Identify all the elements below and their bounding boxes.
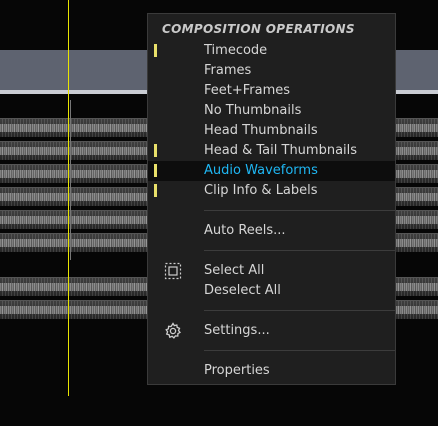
menu-item-head-thumbnails[interactable]: Head Thumbnails bbox=[148, 121, 395, 141]
menu-item-label: No Thumbnails bbox=[204, 103, 302, 118]
menu-item-head-tail-thumbnails[interactable]: Head & Tail Thumbnails bbox=[148, 141, 395, 161]
menu-item-label: Head Thumbnails bbox=[204, 123, 318, 138]
menu-item-label: Settings... bbox=[204, 323, 270, 338]
gear-icon bbox=[164, 322, 182, 340]
menu-item-label: Clip Info & Labels bbox=[204, 183, 318, 198]
menu-item-label: Properties bbox=[204, 363, 270, 378]
menu-header: COMPOSITION OPERATIONS bbox=[162, 22, 355, 36]
menu-item-audio-waveforms[interactable]: Audio Waveforms bbox=[148, 161, 395, 181]
menu-separator bbox=[204, 250, 395, 251]
menu-item-settings[interactable]: Settings... bbox=[148, 321, 395, 341]
menu-item-deselect-all[interactable]: Deselect All bbox=[148, 281, 395, 301]
playhead-line[interactable] bbox=[68, 0, 69, 396]
menu-item-no-thumbnails[interactable]: No Thumbnails bbox=[148, 101, 395, 121]
checked-marker bbox=[154, 144, 157, 157]
menu-item-timecode[interactable]: Timecode bbox=[148, 41, 395, 61]
menu-item-label: Head & Tail Thumbnails bbox=[204, 143, 358, 158]
menu-item-label: Timecode bbox=[204, 43, 268, 58]
menu-item-label: Feet+Frames bbox=[204, 83, 291, 98]
composition-context-menu: COMPOSITION OPERATIONS Timecode Frames F… bbox=[147, 13, 396, 385]
menu-item-label: Audio Waveforms bbox=[204, 163, 318, 178]
checked-marker bbox=[154, 164, 157, 177]
menu-item-label: Auto Reels... bbox=[204, 223, 286, 238]
menu-item-feet-frames[interactable]: Feet+Frames bbox=[148, 81, 395, 101]
menu-item-select-all[interactable]: Select All bbox=[148, 261, 395, 281]
menu-separator bbox=[204, 210, 395, 211]
menu-separator bbox=[204, 350, 395, 351]
menu-item-properties[interactable]: Properties bbox=[148, 361, 395, 381]
menu-separator bbox=[204, 310, 395, 311]
checked-marker bbox=[154, 184, 157, 197]
clip-edge-marker bbox=[70, 100, 71, 260]
menu-item-clip-info-labels[interactable]: Clip Info & Labels bbox=[148, 181, 395, 201]
menu-item-label: Select All bbox=[204, 263, 265, 278]
menu-item-frames[interactable]: Frames bbox=[148, 61, 395, 81]
menu-item-auto-reels[interactable]: Auto Reels... bbox=[148, 221, 395, 241]
menu-item-label: Frames bbox=[204, 63, 252, 78]
selection-frame-icon bbox=[164, 262, 182, 280]
checked-marker bbox=[154, 44, 157, 57]
menu-item-label: Deselect All bbox=[204, 283, 281, 298]
